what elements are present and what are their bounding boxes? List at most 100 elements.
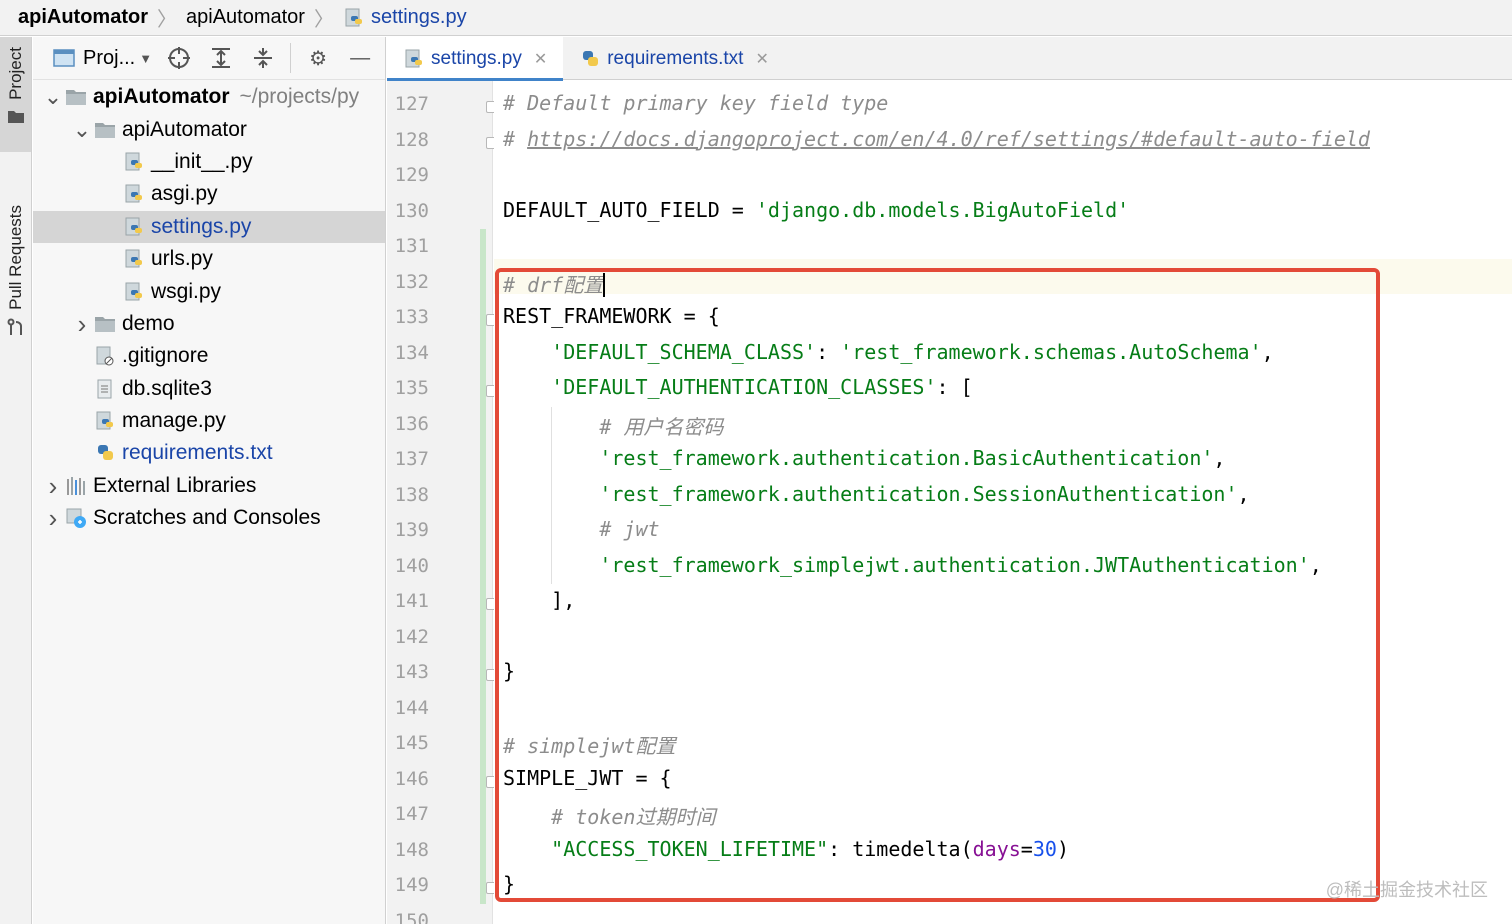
tree-item-label: __init__.py (151, 149, 253, 173)
chevron-right-icon[interactable]: › (41, 473, 65, 499)
tree-item[interactable]: › External Libraries (33, 470, 385, 502)
breadcrumb-item-project[interactable]: apiAutomator (18, 6, 148, 29)
folder-icon (95, 122, 115, 138)
hide-panel-icon[interactable]: — (345, 43, 375, 73)
project-tool-button[interactable]: Project (0, 37, 31, 152)
tree-item[interactable]: settings.py (33, 210, 385, 243)
tree-item-label: wsgi.py (151, 279, 222, 303)
python-file-icon (345, 8, 362, 26)
pull-request-icon (7, 318, 22, 335)
chevron-down-icon[interactable]: ⌄ (70, 118, 94, 140)
expand-all-icon[interactable] (206, 43, 236, 73)
line-number: 143 (394, 661, 429, 683)
tree-item-label: manage.py (122, 409, 226, 433)
locate-file-icon[interactable] (164, 43, 194, 73)
line-number: 129 (394, 164, 429, 186)
toolbar-separator (290, 43, 292, 73)
code-line: # Default primary key field type (503, 91, 888, 115)
folder-icon (95, 316, 115, 332)
code-token: # (503, 126, 528, 151)
code-line: # https://docs.djangoproject.com/en/4.0/… (503, 127, 1370, 151)
project-view-selector[interactable]: Proj... (83, 47, 135, 70)
line-number: 147 (394, 803, 429, 825)
tree-item-label: urls.py (151, 247, 213, 271)
requirements-file-icon (98, 445, 113, 461)
collapse-all-icon[interactable] (248, 43, 278, 73)
library-icon (67, 476, 85, 495)
breadcrumb-item-file[interactable]: settings.py (343, 6, 467, 29)
tree-item[interactable]: ⌄ apiAutomator (33, 113, 385, 145)
line-number: 127 (394, 93, 429, 115)
tree-item[interactable]: db.sqlite3 (33, 373, 385, 405)
tab-requirements-txt[interactable]: requirements.txt ✕ (563, 37, 785, 80)
vcs-change-marker[interactable] (480, 229, 486, 904)
project-panel-toolbar: Proj... ▼ ⚙ — (33, 37, 385, 80)
tree-item-label: db.sqlite3 (122, 376, 212, 400)
tree-item[interactable]: manage.py (33, 405, 385, 437)
pull-requests-tool-label: Pull Requests (5, 205, 25, 310)
text-file-icon (97, 379, 112, 399)
tree-item-label: .gitignore (122, 344, 209, 368)
tab-settings-py[interactable]: settings.py ✕ (387, 37, 564, 81)
python-file-icon (125, 249, 142, 268)
line-number: 128 (394, 128, 429, 151)
line-number: 135 (394, 377, 429, 399)
line-number: 131 (394, 235, 429, 257)
chevron-right-icon[interactable]: › (41, 505, 65, 531)
editor-gutter[interactable]: 127 128 129 130 131 132 133 134 135 136 137 138 139 1… (387, 81, 496, 924)
tree-item[interactable]: ⌄ apiAutomator ~/projects/py (33, 81, 385, 113)
gear-icon[interactable]: ⚙ (303, 43, 333, 73)
line-number: 149 (394, 874, 429, 896)
line-number: 137 (394, 448, 429, 470)
python-file-icon (125, 184, 142, 203)
tree-item[interactable]: .gitignore (33, 340, 385, 372)
tree-item[interactable]: urls.py (33, 243, 385, 275)
tree-item[interactable]: requirements.txt (33, 437, 385, 469)
tab-label: settings.py (431, 47, 522, 69)
folder-icon (66, 90, 86, 106)
line-number: 133 (394, 306, 429, 328)
python-file-icon (125, 282, 142, 301)
line-number: 141 (394, 590, 429, 612)
annotation-highlight-box (495, 268, 1380, 902)
breadcrumb-item-package[interactable]: apiAutomator (186, 6, 305, 29)
tree-item-label: apiAutomator (93, 85, 230, 109)
line-number: 146 (394, 767, 429, 790)
tree-item-label: apiAutomator (122, 117, 247, 141)
line-number: 145 (394, 732, 429, 754)
tree-item[interactable]: wsgi.py (33, 275, 385, 307)
chevron-down-icon[interactable]: ▼ (139, 51, 152, 66)
watermark: @稀土掘金技术社区 (1325, 880, 1488, 900)
line-number: 142 (394, 625, 429, 648)
tree-item[interactable]: › demo (33, 308, 385, 340)
line-number: 134 (394, 341, 429, 364)
tree-item-path: ~/projects/py (239, 85, 360, 109)
code-token: # Default primary key field type (503, 91, 889, 115)
line-number: 132 (394, 270, 429, 293)
code-token: https://docs.djangoproject.com/en/4.0/re… (527, 126, 1370, 151)
close-icon[interactable]: ✕ (534, 49, 547, 69)
chevron-right-icon: 〉 (313, 9, 334, 31)
project-view-icon (53, 49, 75, 67)
project-panel: Proj... ▼ ⚙ — ⌄ apiAutomator ~/projects/py… (33, 37, 386, 924)
python-file-icon (405, 49, 422, 67)
close-icon[interactable]: ✕ (755, 49, 768, 69)
tree-item[interactable]: __init__.py (33, 146, 385, 178)
tree-item-label: External Libraries (93, 473, 257, 497)
line-number: 139 (394, 519, 429, 541)
line-number: 130 (394, 199, 429, 222)
tree-item-label: settings.py (151, 214, 252, 238)
ignore-file-icon (96, 346, 114, 366)
chevron-down-icon[interactable]: ⌄ (41, 86, 65, 108)
requirements-file-icon (583, 50, 599, 66)
tree-item[interactable]: › Scratches and Consoles (33, 502, 385, 534)
code-token: DEFAULT_AUTO_FIELD = (503, 197, 756, 222)
project-tool-label: Project (5, 47, 25, 100)
scratches-icon (66, 508, 86, 529)
tree-item[interactable]: asgi.py (33, 178, 385, 210)
folder-icon (7, 110, 24, 123)
pull-requests-tool-button[interactable]: Pull Requests (0, 197, 31, 347)
editor-tabs: settings.py ✕ requirements.txt ✕ (387, 37, 1512, 81)
chevron-right-icon: 〉 (157, 9, 177, 31)
chevron-right-icon[interactable]: › (70, 311, 94, 337)
